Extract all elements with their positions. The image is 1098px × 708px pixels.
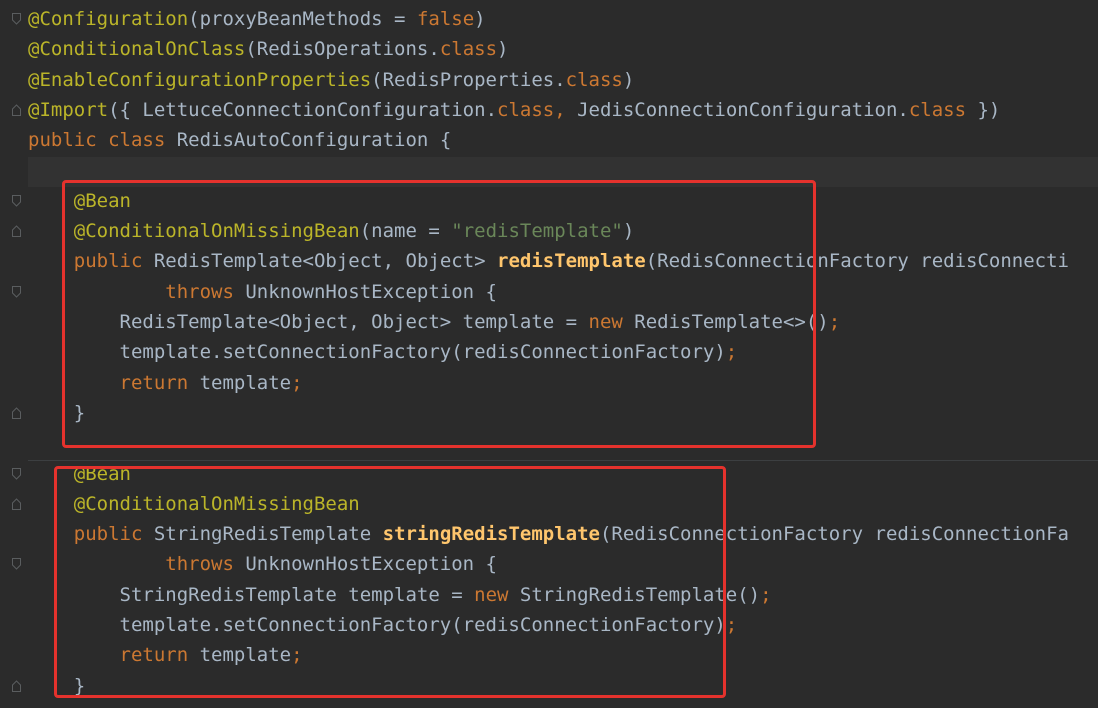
code-token: (proxyBeanMethods = xyxy=(188,8,417,30)
fold-end-icon[interactable] xyxy=(12,407,21,419)
code-token: @Configuration xyxy=(28,8,189,30)
code-token: ) xyxy=(622,68,635,91)
code-editor[interactable]: @Configuration(proxyBeanMethods = false)… xyxy=(0,0,1098,708)
fold-end-icon[interactable] xyxy=(12,104,21,116)
code-token: }) xyxy=(966,98,1001,121)
code-token: ; xyxy=(760,583,772,606)
code-token: class xyxy=(497,98,555,121)
code-token: false xyxy=(416,8,475,30)
code-token: @Import xyxy=(28,98,109,121)
code-token: class xyxy=(439,38,498,61)
code-token: ; xyxy=(828,311,841,333)
code-token: ) xyxy=(497,38,509,61)
code-token: JedisConnectionConfiguration. xyxy=(577,98,909,121)
code-token: class xyxy=(908,98,967,121)
code-line[interactable]: @EnableConfigurationProperties(RedisProp… xyxy=(28,65,1098,95)
code-token: class xyxy=(565,68,623,91)
fold-start-icon[interactable] xyxy=(12,558,21,571)
code-line[interactable]: @ConditionalOnClass(RedisOperations.clas… xyxy=(28,34,1098,64)
code-token: @EnableConfigurationProperties xyxy=(28,68,372,91)
fold-start-icon[interactable] xyxy=(12,285,21,298)
code-line[interactable]: @Configuration(proxyBeanMethods = false) xyxy=(28,4,1098,34)
code-line[interactable]: public class RedisAutoConfiguration { xyxy=(28,125,1098,155)
fold-start-icon[interactable] xyxy=(12,194,21,207)
code-token: , xyxy=(554,98,578,121)
fold-start-icon[interactable] xyxy=(12,13,21,25)
code-line[interactable]: @Import({ LettuceConnectionConfiguration… xyxy=(28,95,1098,125)
code-token: (RedisOperations. xyxy=(245,38,440,61)
fold-end-icon[interactable] xyxy=(12,225,21,238)
code-token: RedisAutoConfiguration { xyxy=(176,129,452,152)
code-token: @ConditionalOnClass xyxy=(28,38,246,61)
code-token: ({ LettuceConnectionConfiguration. xyxy=(108,98,498,121)
code-token: (RedisProperties. xyxy=(371,68,566,91)
code-token: ; xyxy=(725,614,738,636)
editor-gutter xyxy=(0,0,28,708)
code-token: ) xyxy=(474,8,486,30)
code-token: public class xyxy=(28,129,177,152)
highlight-box-redis-template xyxy=(62,180,816,448)
fold-end-icon[interactable] xyxy=(12,498,21,510)
highlight-box-string-redis-template xyxy=(54,466,726,698)
fold-start-icon[interactable] xyxy=(12,467,21,480)
fold-end-icon[interactable] xyxy=(12,679,21,692)
